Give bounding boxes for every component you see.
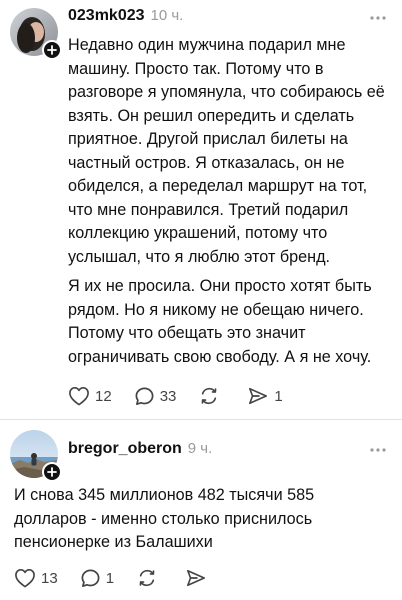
send-arrow-icon — [249, 387, 268, 405]
follow-plus-icon[interactable] — [42, 40, 62, 60]
comment-count: 33 — [159, 387, 177, 405]
more-dots-icon[interactable] — [368, 12, 388, 24]
like-count: 12 — [95, 387, 112, 405]
post: bregor_oberon 9 ч. И снова 345 миллионов… — [0, 420, 402, 600]
timestamp: 10 ч. — [150, 7, 184, 24]
like-button[interactable]: 12 — [68, 384, 112, 408]
heart-icon — [15, 569, 35, 588]
repost-arrows-icon — [202, 387, 217, 405]
share-count: 1 — [274, 387, 283, 405]
like-count: 13 — [41, 569, 58, 587]
post-header: bregor_oberon 9 ч. — [68, 440, 212, 458]
post-actions: 13 1 — [14, 566, 234, 590]
follow-plus-icon[interactable] — [42, 462, 62, 482]
repost-button[interactable] — [136, 566, 163, 590]
avatar-container[interactable] — [10, 8, 62, 60]
post-header: 023mk023 10 ч. — [68, 7, 183, 25]
comment-bubble-icon — [135, 387, 154, 405]
post-text: И снова 345 миллионов 482 тысячи 585 дол… — [14, 486, 315, 551]
avatar-container[interactable] — [10, 430, 62, 482]
post: 023mk023 10 ч. Недавно один мужчина пода… — [0, 0, 402, 420]
send-arrow-icon — [187, 569, 206, 587]
repost-button[interactable] — [198, 384, 225, 408]
heart-icon — [69, 387, 89, 406]
timestamp: 9 ч. — [187, 440, 213, 457]
comment-bubble-icon — [81, 569, 100, 587]
repost-arrows-icon — [139, 569, 155, 587]
comment-count: 1 — [105, 569, 115, 587]
share-button[interactable]: 1 — [247, 384, 283, 408]
more-dots-icon[interactable] — [368, 444, 388, 456]
post-text: Я их не просила. Они просто хотят быть р… — [68, 277, 372, 366]
post-text: Недавно один мужчина подарил мне машину.… — [68, 36, 385, 266]
username[interactable]: 023mk023 — [68, 7, 145, 25]
username[interactable]: bregor_oberon — [68, 440, 182, 458]
like-button[interactable]: 13 — [14, 566, 58, 590]
share-button[interactable] — [185, 566, 212, 590]
comment-button[interactable]: 1 — [80, 566, 114, 590]
comment-button[interactable]: 33 — [134, 384, 177, 408]
post-actions: 12 33 1 — [68, 384, 305, 408]
